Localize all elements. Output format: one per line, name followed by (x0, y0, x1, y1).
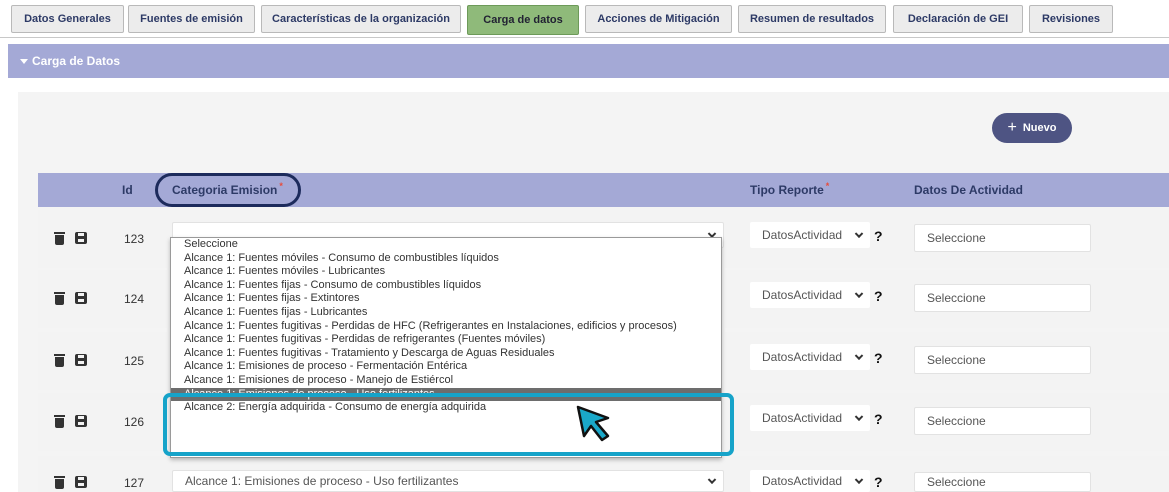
dropdown-option[interactable]: Alcance 1: Fuentes fijas - Lubricantes (171, 306, 721, 320)
chevron-down-icon (707, 475, 717, 485)
datos-actividad-select[interactable]: Seleccione (914, 472, 1091, 492)
plus-icon: + (1007, 119, 1017, 136)
tab-divider (0, 37, 1169, 38)
dropdown-option[interactable]: Alcance 1: Fuentes fugitivas - Perdidas … (171, 320, 721, 334)
save-icon[interactable] (75, 354, 87, 366)
mouse-cursor-icon (576, 405, 610, 442)
dropdown-option[interactable]: Alcance 1: Fuentes móviles - Consumo de … (171, 252, 721, 266)
tipo-reporte-select[interactable]: DatosActividad (750, 222, 870, 248)
new-button[interactable]: + Nuevo (992, 113, 1072, 143)
annotation-circle (155, 173, 301, 207)
datos-actividad-select[interactable]: Seleccione (914, 407, 1091, 435)
trash-icon[interactable] (54, 354, 65, 367)
help-icon[interactable]: ? (874, 288, 883, 304)
tab-datos-generales[interactable]: Datos Generales (11, 5, 124, 33)
table-row: 127 Alcance 1: Emisiones de proceso - Us… (38, 456, 1169, 492)
tab-carga-datos[interactable]: Carga de datos (467, 5, 579, 35)
dropdown-option[interactable]: Alcance 1: Fuentes fugitivas - Perdidas … (171, 333, 721, 347)
dropdown-option[interactable]: Seleccione (171, 238, 721, 252)
chevron-down-icon (854, 351, 864, 361)
datos-actividad-select[interactable]: Seleccione (914, 224, 1091, 252)
help-icon[interactable]: ? (874, 411, 883, 427)
tipo-reporte-select[interactable]: DatosActividad (750, 282, 870, 308)
save-icon[interactable] (75, 232, 87, 244)
trash-icon[interactable] (54, 476, 65, 489)
column-header-datos[interactable]: Datos De Actividad (914, 173, 1023, 207)
datos-actividad-select[interactable]: Seleccione (914, 346, 1091, 374)
tab-bar: Datos Generales Fuentes de emisión Carac… (0, 0, 1169, 38)
chevron-down-icon (854, 289, 864, 299)
categoria-select[interactable]: Alcance 1: Emisiones de proceso - Uso fe… (172, 470, 724, 492)
column-header-id: Id (122, 183, 133, 197)
dropdown-option[interactable]: Alcance 1: Emisiones de proceso - Manejo… (171, 374, 721, 388)
row-id: 124 (124, 292, 145, 306)
chevron-down-icon (854, 412, 864, 422)
tab-caracteristicas[interactable]: Características de la organización (261, 5, 461, 33)
help-icon[interactable]: ? (874, 350, 883, 366)
collapse-triangle-icon (20, 58, 28, 64)
tipo-reporte-select[interactable]: DatosActividad (750, 405, 870, 431)
save-icon[interactable] (75, 292, 87, 304)
help-icon[interactable]: ? (874, 228, 883, 244)
row-id: 123 (124, 232, 145, 246)
tipo-reporte-select[interactable]: DatosActividad (750, 344, 870, 370)
tab-acciones-mitigacion[interactable]: Acciones de Mitigación (585, 5, 732, 33)
dropdown-option[interactable]: Alcance 1: Emisiones de proceso - Fermen… (171, 360, 721, 374)
dropdown-option[interactable]: Alcance 1: Fuentes fijas - Consumo de co… (171, 279, 721, 293)
datos-actividad-select[interactable]: Seleccione (914, 284, 1091, 312)
column-header-tipo[interactable]: Tipo Reporte * (750, 173, 829, 207)
chevron-down-icon (854, 475, 864, 485)
dropdown-option[interactable]: Alcance 1: Fuentes fijas - Extintores (171, 292, 721, 306)
dropdown-option[interactable]: Alcance 1: Fuentes fugitivas - Tratamien… (171, 347, 721, 361)
new-button-label: Nuevo (1022, 122, 1057, 134)
save-icon[interactable] (75, 415, 87, 427)
annotation-highlight-box (163, 393, 734, 456)
tab-revisiones[interactable]: Revisiones (1029, 5, 1113, 33)
row-id: 126 (124, 415, 145, 429)
dropdown-option[interactable]: Alcance 1: Fuentes móviles - Lubricantes (171, 265, 721, 279)
tab-resumen-resultados[interactable]: Resumen de resultados (738, 5, 886, 33)
help-icon[interactable]: ? (874, 474, 883, 490)
chevron-down-icon (854, 229, 864, 239)
section-title: Carga de Datos (32, 54, 121, 68)
tipo-reporte-select[interactable]: DatosActividad (750, 470, 870, 492)
row-id: 127 (124, 476, 145, 490)
save-icon[interactable] (75, 476, 87, 488)
tab-fuentes-emision[interactable]: Fuentes de emisión (128, 5, 255, 33)
row-id: 125 (124, 354, 145, 368)
trash-icon[interactable] (54, 292, 65, 305)
trash-icon[interactable] (54, 415, 65, 428)
trash-icon[interactable] (54, 232, 65, 245)
section-header[interactable]: Carga de Datos (8, 44, 1169, 78)
tab-declaracion-gei[interactable]: Declaración de GEI (893, 5, 1023, 33)
